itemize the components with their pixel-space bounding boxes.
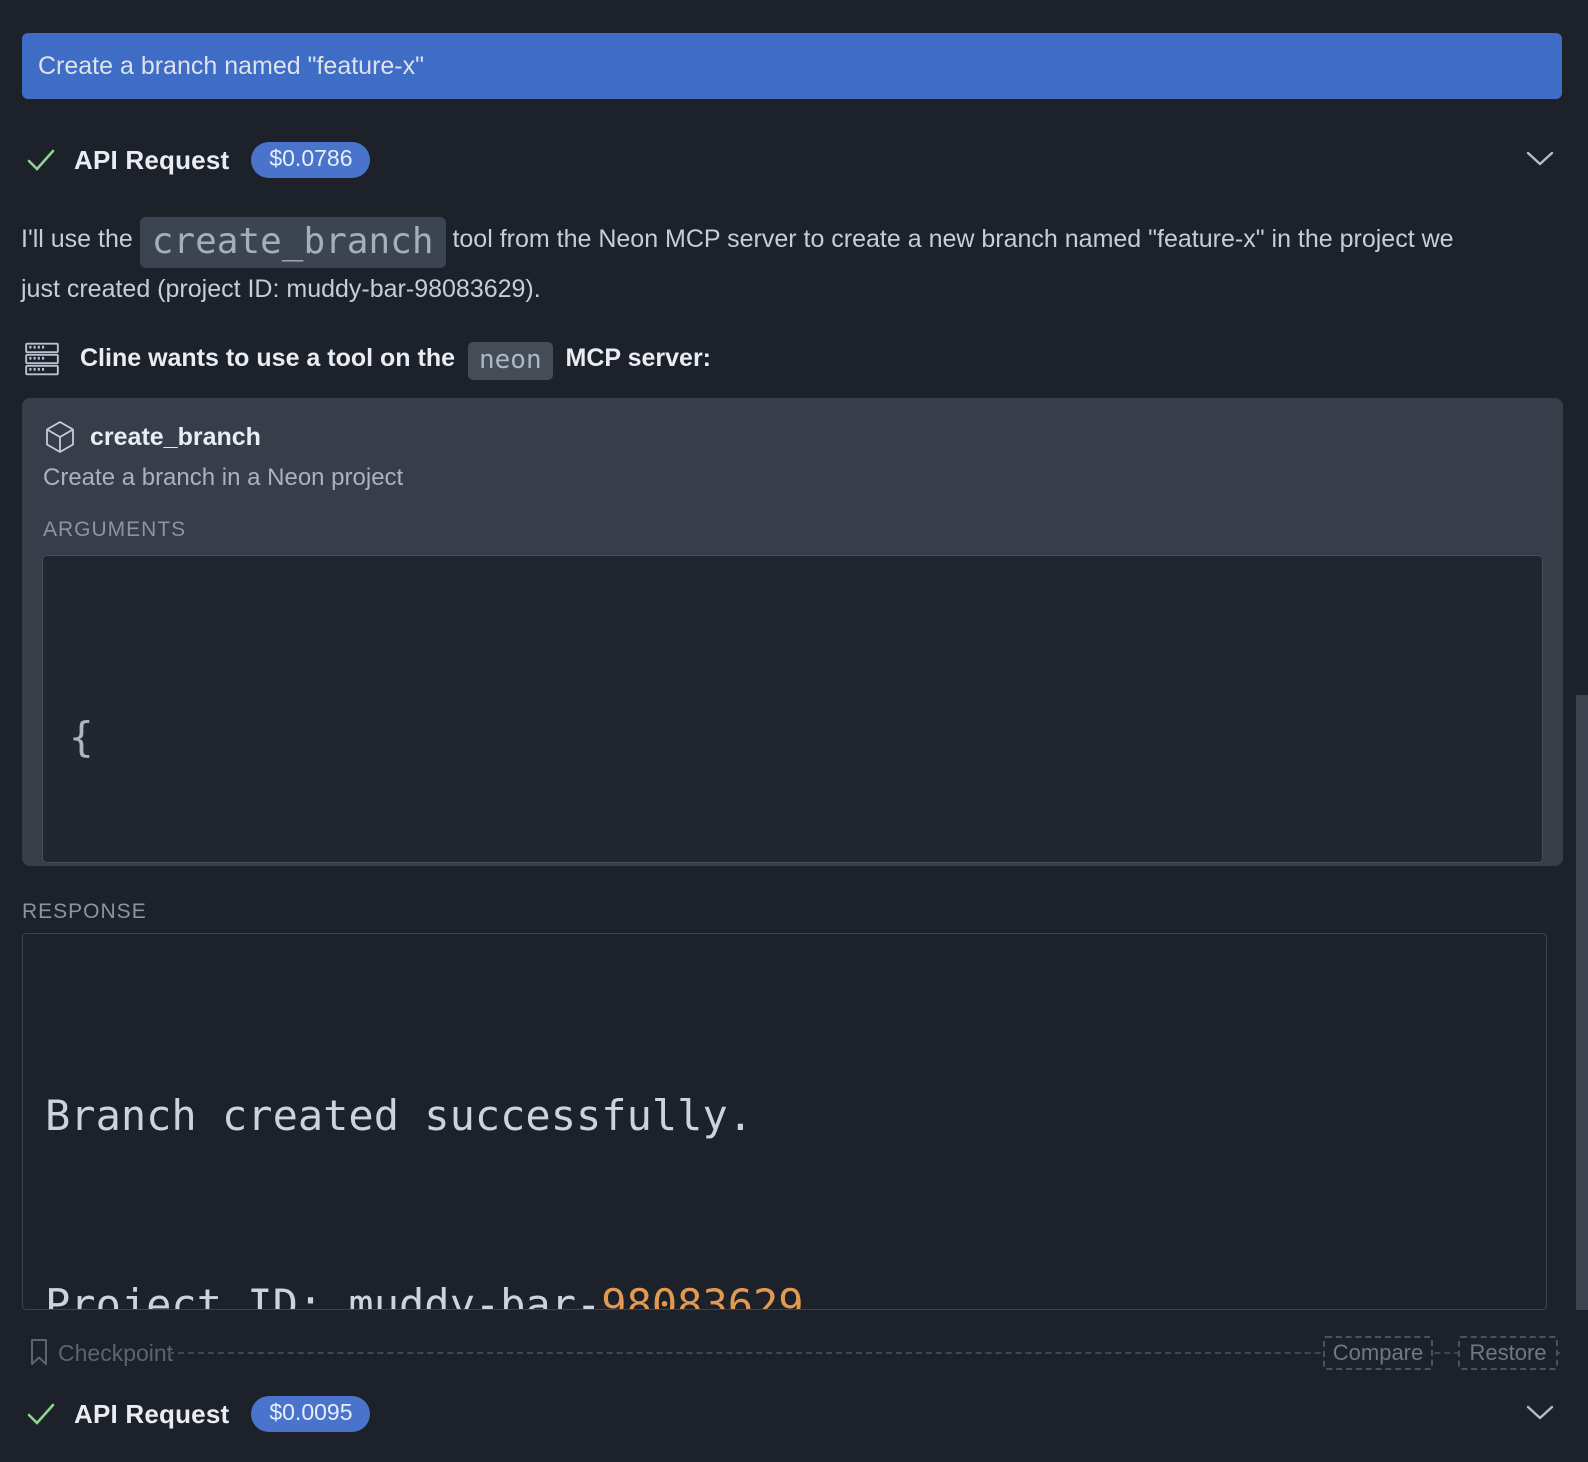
tool-name: create_branch xyxy=(90,423,261,452)
vertical-scrollbar-thumb[interactable] xyxy=(1576,695,1588,1310)
checkpoint-row: Checkpoint Compare Restore xyxy=(22,1334,1562,1372)
assistant-message: I'll use the create_branch tool from the… xyxy=(21,214,1496,314)
checkpoint-label: Checkpoint xyxy=(58,1340,173,1367)
mcp-server-icon xyxy=(24,340,60,378)
response-label: RESPONSE xyxy=(22,900,147,924)
api-request-label: API Request xyxy=(74,1399,229,1430)
check-icon xyxy=(26,146,56,174)
package-cube-icon xyxy=(44,420,76,454)
task-banner-text: Create a branch named "feature-x" xyxy=(38,52,424,81)
api-request-label: API Request xyxy=(74,145,229,176)
cline-chat-view: Create a branch named "feature-x" API Re… xyxy=(0,0,1588,1462)
message-text-prefix: I'll use the xyxy=(21,225,140,253)
arguments-code-block: { "projectId": "muddy-bar-98083629", "br… xyxy=(42,555,1543,863)
restore-button[interactable]: Restore xyxy=(1458,1336,1558,1370)
tool-description: Create a branch in a Neon project xyxy=(22,454,1563,492)
compare-button[interactable]: Compare xyxy=(1323,1336,1433,1370)
task-banner[interactable]: Create a branch named "feature-x" xyxy=(22,33,1562,99)
tool-request-text: Cline wants to use a tool on the neon MC… xyxy=(80,344,711,375)
cost-badge: $0.0095 xyxy=(251,1396,370,1431)
api-request-row-2[interactable]: API Request $0.0095 xyxy=(22,1395,1560,1433)
response-line: Project ID: muddy-bar-98083629 xyxy=(45,1273,1526,1310)
api-request-row-1[interactable]: API Request $0.0786 xyxy=(22,141,1560,179)
arguments-label: ARGUMENTS xyxy=(22,492,1563,542)
chevron-down-icon[interactable] xyxy=(1526,1405,1554,1422)
check-icon xyxy=(26,1400,56,1428)
response-line: Branch created successfully. xyxy=(45,1084,1526,1147)
tool-card-header: create_branch xyxy=(22,398,1563,454)
tool-call-card: create_branch Create a branch in a Neon … xyxy=(22,398,1563,866)
cost-badge: $0.0786 xyxy=(251,142,370,177)
inline-code-create-branch: create_branch xyxy=(140,217,446,268)
project-id-number: 98083629 xyxy=(601,1280,803,1310)
server-name-chip: neon xyxy=(468,342,553,380)
tool-request-heading: Cline wants to use a tool on the neon MC… xyxy=(24,338,1524,380)
bookmark-icon xyxy=(28,1338,50,1366)
code-line: { xyxy=(69,706,1542,768)
chevron-down-icon[interactable] xyxy=(1526,151,1554,168)
response-output-block: Branch created successfully. Project ID:… xyxy=(22,933,1547,1310)
